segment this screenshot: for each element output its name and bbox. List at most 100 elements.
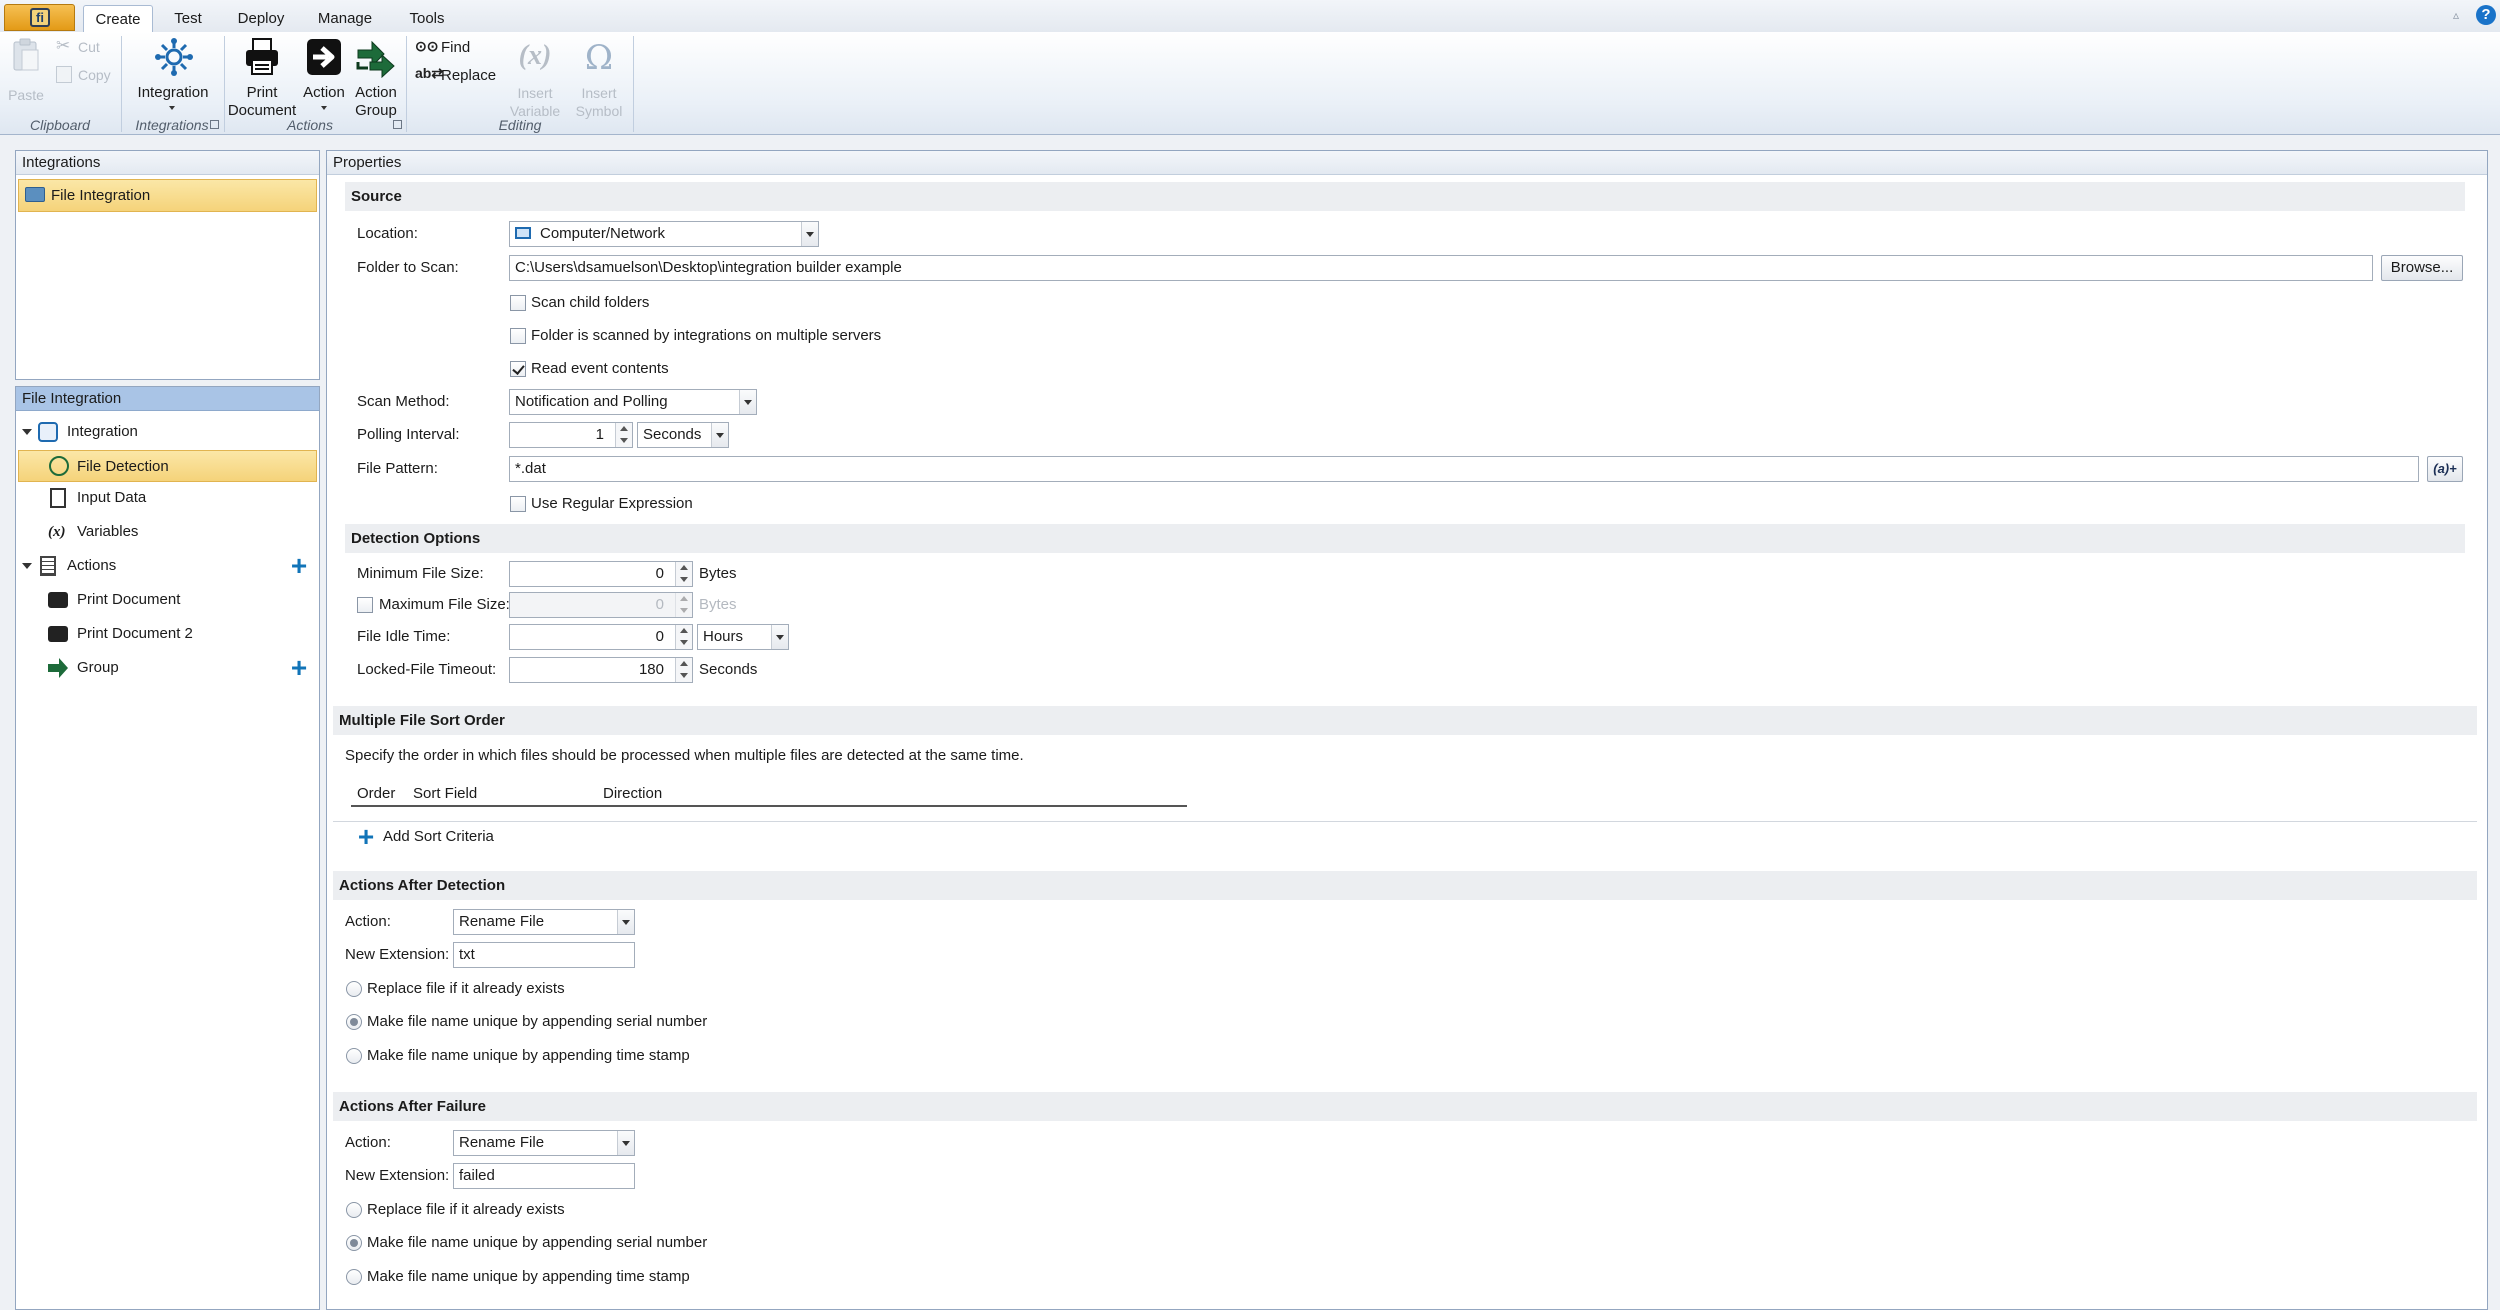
- clipboard-group: Paste ✂ Cut Copy Clipboard: [0, 32, 120, 135]
- integration-button[interactable]: Integration: [128, 36, 218, 112]
- fail-ext-label: New Extension:: [345, 1167, 450, 1184]
- action-button[interactable]: Action: [299, 36, 349, 112]
- detect-ext-input[interactable]: txt: [453, 942, 635, 968]
- multi-server-checkbox[interactable]: [510, 328, 526, 344]
- tree-node-actions-label: Actions: [67, 557, 117, 574]
- insert-variable-button[interactable]: (x) Insert Variable: [503, 36, 567, 119]
- detect-replace-radio[interactable]: [346, 981, 362, 997]
- tree-node-print-document-2[interactable]: Print Document 2: [18, 619, 318, 649]
- add-action-icon[interactable]: +: [290, 552, 308, 580]
- tab-manage[interactable]: Manage: [310, 5, 380, 33]
- polling-interval-input[interactable]: 1: [509, 422, 633, 448]
- read-event-checkbox[interactable]: [510, 361, 526, 377]
- tree-node-integration[interactable]: Integration: [18, 417, 318, 447]
- tree-node-group[interactable]: Group +: [18, 653, 318, 683]
- max-size-label: Maximum File Size:: [379, 596, 510, 613]
- spinner-icon[interactable]: [675, 658, 692, 682]
- find-button[interactable]: ⊙⊙ Find: [413, 36, 483, 58]
- fail-replace-radio[interactable]: [346, 1202, 362, 1218]
- scan-method-select[interactable]: Notification and Polling: [509, 389, 757, 415]
- help-icon[interactable]: ?: [2476, 5, 2496, 25]
- spinner-icon[interactable]: [675, 625, 692, 649]
- integrations-panel: Integrations File Integration: [15, 150, 320, 380]
- sort-col-direction: Direction: [603, 785, 663, 802]
- tab-create[interactable]: Create: [83, 5, 153, 34]
- input-data-icon: [50, 488, 66, 508]
- location-select[interactable]: Computer/Network: [509, 221, 819, 247]
- chevron-down-icon: [617, 1131, 634, 1155]
- fail-ext-input[interactable]: failed: [453, 1163, 635, 1189]
- polling-unit-select[interactable]: Seconds: [637, 422, 729, 448]
- spinner-icon[interactable]: [675, 562, 692, 586]
- minimize-ribbon-icon[interactable]: ▵: [2453, 9, 2467, 21]
- tree-node-actions[interactable]: Actions +: [18, 551, 318, 581]
- detect-action-label: Action:: [345, 913, 391, 930]
- copy-button[interactable]: Copy: [54, 64, 114, 86]
- use-regex-label: Use Regular Expression: [531, 495, 693, 512]
- action-group-label-1: Action: [355, 84, 397, 101]
- copy-label: Copy: [78, 67, 111, 83]
- idle-time-unit-select[interactable]: Hours: [697, 624, 789, 650]
- pattern-builder-button[interactable]: (a)+: [2427, 456, 2463, 482]
- folder-label: Folder to Scan:: [357, 259, 459, 276]
- scan-child-label: Scan child folders: [531, 294, 650, 311]
- locked-timeout-input[interactable]: 180: [509, 657, 693, 683]
- idle-time-input[interactable]: 0: [509, 624, 693, 650]
- use-regex-checkbox[interactable]: [510, 496, 526, 512]
- action-arrow-icon: [307, 39, 341, 75]
- scan-child-checkbox[interactable]: [510, 295, 526, 311]
- add-sort-criteria-button[interactable]: + Add Sort Criteria: [357, 823, 517, 851]
- dialog-launcher-icon[interactable]: [393, 120, 402, 129]
- paste-icon: [13, 38, 39, 71]
- scan-method-value: Notification and Polling: [515, 393, 668, 410]
- browse-button[interactable]: Browse...: [2381, 255, 2463, 281]
- min-size-input[interactable]: 0: [509, 561, 693, 587]
- paste-button[interactable]: Paste: [6, 36, 46, 106]
- print-document-button[interactable]: Print Document: [228, 36, 296, 119]
- replace-button[interactable]: ab⇄ Replace: [413, 64, 503, 86]
- file-pattern-input[interactable]: *.dat: [509, 456, 2419, 482]
- tab-test[interactable]: Test: [160, 5, 216, 33]
- replace-icon: ab⇄: [415, 65, 444, 81]
- chevron-down-icon: [321, 106, 327, 110]
- detect-action-select[interactable]: Rename File: [453, 909, 635, 935]
- chevron-down-icon: [801, 222, 818, 246]
- polling-unit-value: Seconds: [643, 426, 702, 443]
- dialog-launcher-icon[interactable]: [210, 120, 219, 129]
- tab-tools[interactable]: Tools: [400, 5, 454, 33]
- fail-time-radio[interactable]: [346, 1269, 362, 1285]
- actions-group-label: Actions: [287, 117, 333, 133]
- detect-time-label: Make file name unique by appending time …: [367, 1047, 690, 1064]
- detect-serial-radio[interactable]: [346, 1014, 362, 1030]
- scan-method-label: Scan Method:: [357, 393, 450, 410]
- action-group-icon: [356, 40, 395, 78]
- tree-node-variables[interactable]: (x) Variables: [18, 517, 318, 547]
- fail-serial-label: Make file name unique by appending seria…: [367, 1234, 708, 1251]
- cut-button[interactable]: ✂ Cut: [54, 36, 114, 58]
- tab-deploy[interactable]: Deploy: [228, 5, 294, 33]
- tree-node-file-detection[interactable]: File Detection: [18, 450, 317, 482]
- application-menu-button[interactable]: fi: [4, 4, 75, 31]
- insert-symbol-button[interactable]: Ω Insert Symbol: [567, 36, 631, 119]
- integration-list-item[interactable]: File Integration: [18, 179, 317, 212]
- variables-icon: (x): [48, 524, 66, 540]
- detect-time-radio[interactable]: [346, 1048, 362, 1064]
- computer-icon: [515, 227, 531, 239]
- max-size-checkbox[interactable]: [357, 597, 373, 613]
- action-group-button[interactable]: Action Group: [349, 36, 403, 119]
- fail-serial-radio[interactable]: [346, 1235, 362, 1251]
- integrations-group: Integration Integrations: [122, 32, 224, 135]
- fail-time-label: Make file name unique by appending time …: [367, 1268, 690, 1285]
- max-size-input[interactable]: 0: [509, 592, 693, 618]
- insert-symbol-label-1: Insert: [581, 85, 617, 101]
- spinner-icon[interactable]: [615, 423, 632, 447]
- section-sort-order: Multiple File Sort Order: [333, 706, 2477, 735]
- section-detection-options: Detection Options: [345, 524, 2465, 553]
- add-group-action-icon[interactable]: +: [290, 654, 308, 682]
- tree-node-input-data[interactable]: Input Data: [18, 483, 318, 513]
- print-document-label-1: Print: [246, 84, 278, 101]
- detect-ext-label: New Extension:: [345, 946, 450, 963]
- tree-node-print-document[interactable]: Print Document: [18, 585, 318, 615]
- folder-input[interactable]: C:\Users\dsamuelson\Desktop\integration …: [509, 255, 2373, 281]
- fail-action-select[interactable]: Rename File: [453, 1130, 635, 1156]
